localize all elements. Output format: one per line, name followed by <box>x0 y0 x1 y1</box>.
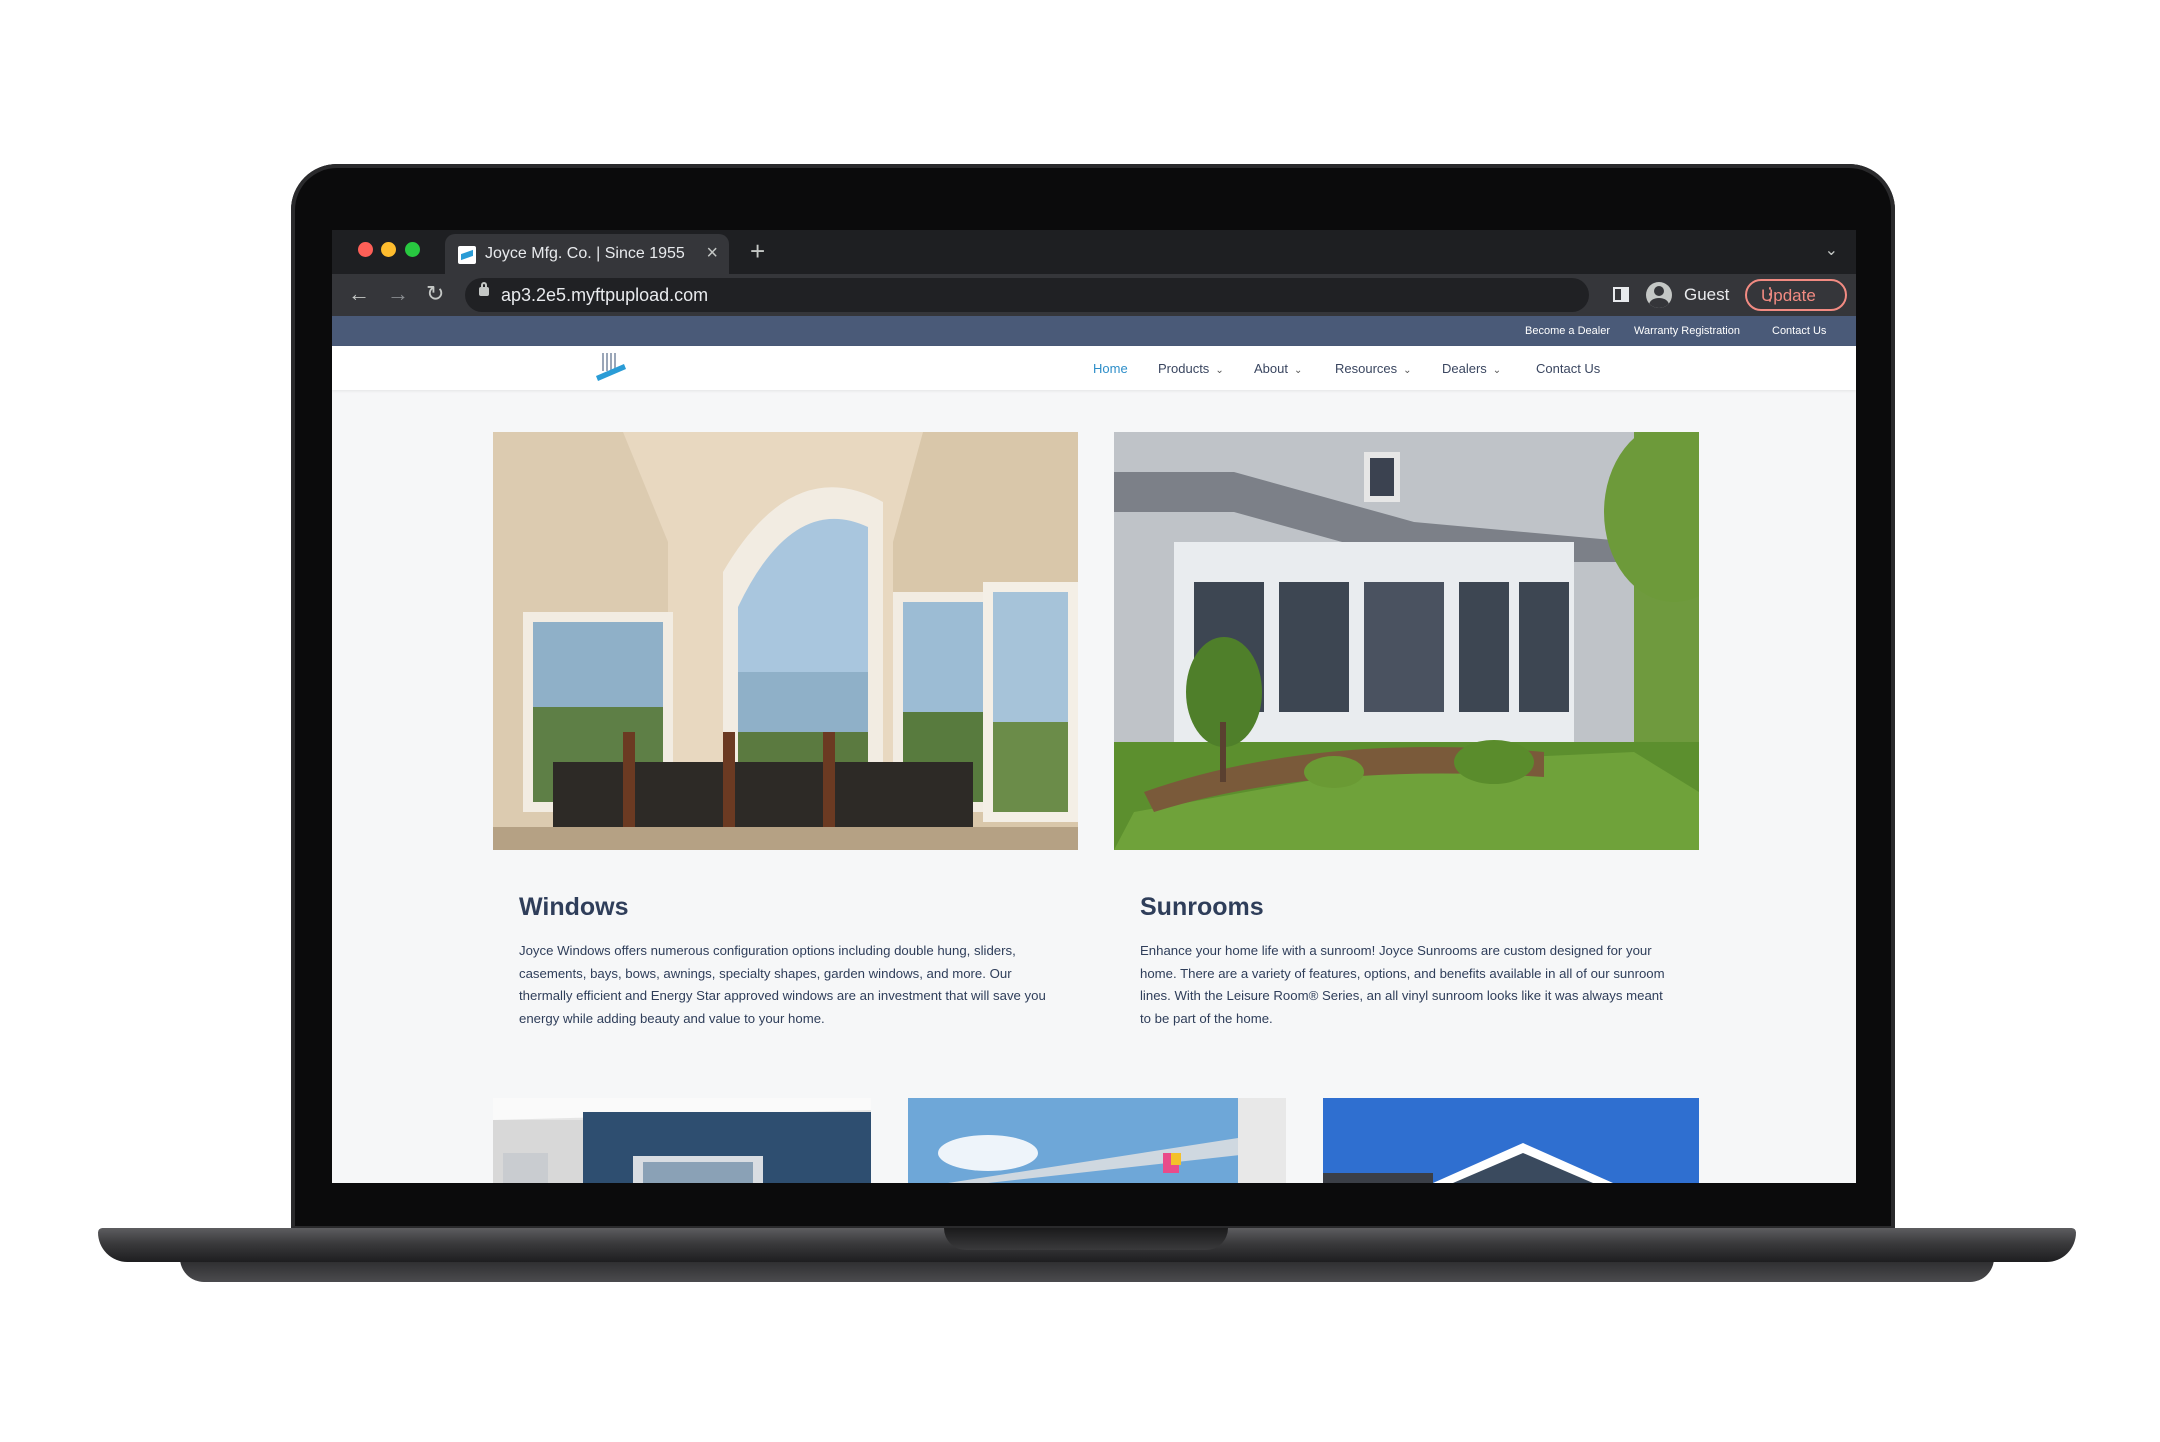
forward-button[interactable]: → <box>387 281 409 307</box>
menu-home[interactable]: Home <box>1093 361 1128 376</box>
menu-products[interactable]: Products ⌄ <box>1158 361 1224 376</box>
browser-toolbar: ← → ↻ ap3.2e5.myftpupload.com Guest Upda… <box>332 274 1856 316</box>
menu-contact-label: Contact Us <box>1536 361 1601 376</box>
windows-heading: Windows <box>519 893 629 921</box>
top-contact-link[interactable]: Contact Us <box>1772 325 1826 337</box>
close-window-button[interactable] <box>358 242 373 257</box>
browser-window: Joyce Mfg. Co. | Since 1955 × + ⌄ ← → ↻ … <box>332 230 1856 1183</box>
new-tab-button[interactable]: + <box>750 236 765 267</box>
product-image-roof[interactable] <box>1323 1098 1699 1183</box>
chevron-down-icon: ⌄ <box>1215 365 1224 376</box>
profile-avatar-icon[interactable] <box>1646 282 1672 308</box>
tab-search-chevron-icon[interactable]: ⌄ <box>1825 240 1838 260</box>
site-header: Home Products ⌄ About ⌄ Resources ⌄ Dealers… <box>332 346 1856 390</box>
back-button[interactable]: ← <box>348 281 370 307</box>
sunrooms-description: Enhance your home life with a sunroom! J… <box>1140 943 1665 1026</box>
chevron-down-icon: ⌄ <box>1492 365 1502 376</box>
product-image-interior[interactable] <box>493 1098 871 1183</box>
menu-dealers[interactable]: Dealers ⌄ <box>1442 361 1501 376</box>
become-dealer-link[interactable]: Become a Dealer <box>1525 325 1610 337</box>
minimize-window-button[interactable] <box>381 242 396 257</box>
reload-button[interactable]: ↻ <box>426 281 444 307</box>
menu-home-label: Home <box>1093 361 1128 376</box>
address-url[interactable]: ap3.2e5.myftpupload.com <box>501 285 708 306</box>
update-button[interactable]: Update ⋮ <box>1745 279 1847 311</box>
windows-description: Joyce Windows offers numerous configurat… <box>519 943 1046 1026</box>
menu-resources-label: Resources <box>1335 361 1398 376</box>
sunrooms-heading: Sunrooms <box>1140 893 1264 921</box>
menu-resources[interactable]: Resources ⌄ <box>1335 361 1412 376</box>
laptop-notch <box>944 1228 1228 1250</box>
tab-title: Joyce Mfg. Co. | Since 1955 <box>485 245 685 262</box>
warranty-registration-link[interactable]: Warranty Registration <box>1634 325 1740 337</box>
browser-tab[interactable]: Joyce Mfg. Co. | Since 1955 × <box>445 234 729 274</box>
side-panel-icon[interactable] <box>1613 287 1629 302</box>
joyce-logo-icon[interactable] <box>594 352 628 382</box>
menu-products-label: Products <box>1158 361 1210 376</box>
menu-about-label: About <box>1254 361 1288 376</box>
tab-close-icon[interactable]: × <box>706 242 718 265</box>
site-top-bar: Become a Dealer Warranty Registration Co… <box>332 316 1856 346</box>
sunrooms-image[interactable] <box>1114 432 1699 850</box>
maximize-window-button[interactable] <box>405 242 420 257</box>
product-image-patio[interactable] <box>908 1098 1286 1183</box>
chevron-down-icon: ⌄ <box>1403 365 1412 376</box>
menu-dealers-label: Dealers <box>1442 361 1487 376</box>
windows-image[interactable] <box>493 432 1078 850</box>
menu-contact[interactable]: Contact Us <box>1536 361 1600 376</box>
favicon-icon <box>458 246 476 264</box>
tab-strip: Joyce Mfg. Co. | Since 1955 × + ⌄ <box>332 230 1856 274</box>
address-bar[interactable]: ap3.2e5.myftpupload.com <box>465 278 1589 312</box>
chevron-down-icon: ⌄ <box>1293 365 1303 376</box>
lock-icon[interactable] <box>479 282 489 296</box>
profile-label[interactable]: Guest <box>1684 285 1729 305</box>
menu-about[interactable]: About ⌄ <box>1254 361 1302 376</box>
more-menu-icon[interactable]: ⋮ <box>1761 284 1835 305</box>
